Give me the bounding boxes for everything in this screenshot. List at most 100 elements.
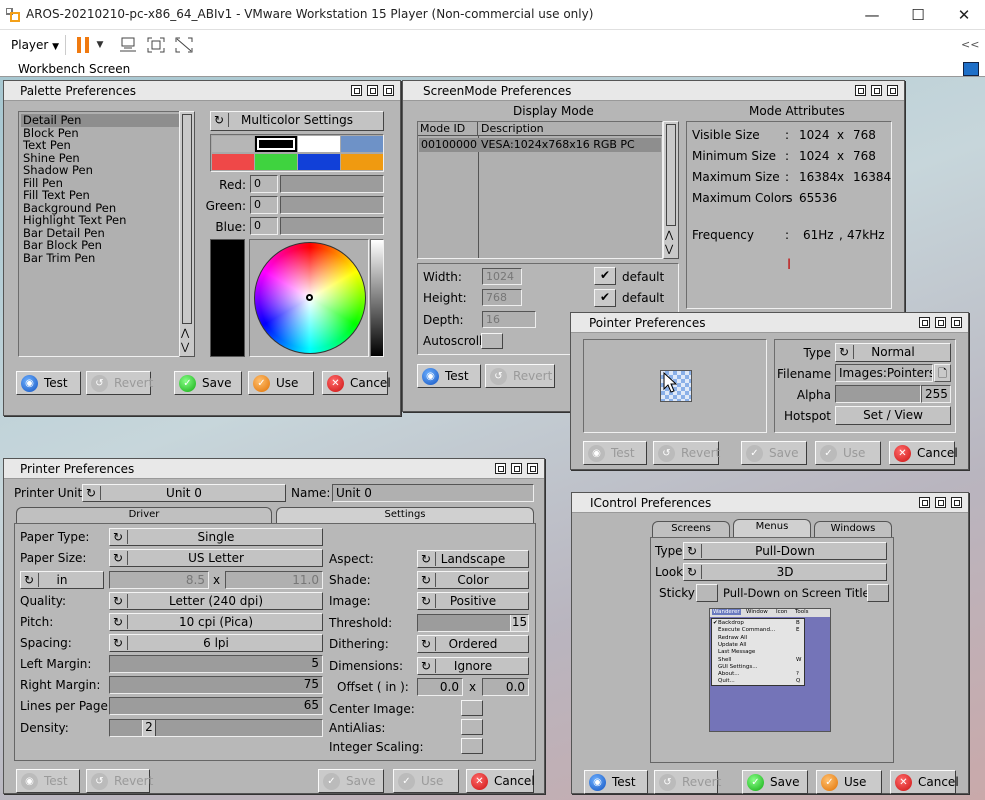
icontrol-revert-button[interactable]: ↺ Revert xyxy=(654,770,721,794)
height-field[interactable]: 768 xyxy=(482,289,522,306)
pointer-use-button[interactable]: ✓ Use xyxy=(815,441,881,465)
zoom-icon[interactable] xyxy=(855,85,866,96)
green-slider[interactable] xyxy=(280,196,384,214)
depth-icon[interactable] xyxy=(383,85,394,96)
pen-list[interactable]: Detail Pen Block Pen Text Pen Shine Pen Shad… xyxy=(18,111,182,357)
screenmode-test-button[interactable]: ◉ Test xyxy=(417,364,481,388)
pulldown-title-checkbox[interactable] xyxy=(867,584,889,602)
close-icon[interactable]: ✕ xyxy=(941,0,985,30)
swatch-orange[interactable] xyxy=(341,154,383,170)
dithering-cycle[interactable]: ↻ Ordered xyxy=(417,635,529,653)
width-default-checkbox[interactable]: ✔ xyxy=(594,267,616,285)
lines-per-page-slider[interactable]: 65 xyxy=(109,697,323,715)
send-ctrl-alt-del-icon[interactable] xyxy=(117,34,139,56)
density-knob[interactable]: 2 xyxy=(142,720,156,736)
icontrol-titlebar[interactable]: IControl Preferences xyxy=(572,493,968,513)
sticky-checkbox[interactable] xyxy=(696,584,718,602)
paper-height-field[interactable]: 11.0 xyxy=(225,571,323,589)
color-wheel[interactable] xyxy=(254,242,366,354)
spacing-cycle[interactable]: ↻ 6 lpi xyxy=(109,634,323,652)
printer-titlebar[interactable]: Printer Preferences xyxy=(4,459,544,479)
palette-save-button[interactable]: ✓ Save xyxy=(174,371,242,395)
maximize-icon[interactable]: ☐ xyxy=(895,0,941,30)
pause-dropdown-icon[interactable]: ▼ xyxy=(94,34,106,56)
palette-use-button[interactable]: ✓ Use xyxy=(248,371,314,395)
height-default-checkbox[interactable]: ✔ xyxy=(594,289,616,307)
iconify-icon[interactable] xyxy=(935,497,946,508)
unity-icon[interactable] xyxy=(173,34,195,56)
palette-test-button[interactable]: ◉ Test xyxy=(16,371,81,395)
pointer-titlebar[interactable]: Pointer Preferences xyxy=(571,313,968,333)
iconify-icon[interactable] xyxy=(935,317,946,328)
pen-list-item[interactable]: Highlight Text Pen xyxy=(21,214,179,227)
pen-list-item[interactable]: Text Pen xyxy=(21,139,179,152)
offset-x-field[interactable]: 0.0 xyxy=(417,678,463,696)
scroll-knob[interactable] xyxy=(666,124,676,226)
name-field[interactable]: Unit 0 xyxy=(332,484,534,502)
hotspot-button[interactable]: Set / View xyxy=(835,406,951,425)
depth-icon[interactable] xyxy=(951,497,962,508)
zoom-icon[interactable] xyxy=(919,497,930,508)
zoom-icon[interactable] xyxy=(351,85,362,96)
screenmode-titlebar[interactable]: ScreenMode Preferences xyxy=(403,81,904,101)
arrow-down-icon[interactable]: ⋁ xyxy=(181,342,189,353)
icontrol-use-button[interactable]: ✓ Use xyxy=(816,770,882,794)
collapse-toolbar-icon[interactable]: << xyxy=(961,38,979,51)
red-slider[interactable] xyxy=(280,175,384,193)
pointer-type-cycle[interactable]: ↻ Normal xyxy=(835,343,951,362)
pen-list-item[interactable]: Shadow Pen xyxy=(21,164,179,177)
pointer-revert-button[interactable]: ↺ Revert xyxy=(653,441,720,465)
pitch-cycle[interactable]: ↻ 10 cpi (Pica) xyxy=(109,613,323,631)
pointer-save-button[interactable]: ✓ Save xyxy=(741,441,807,465)
shade-cycle[interactable]: ↻ Color xyxy=(417,571,529,589)
tab-screens[interactable]: Screens xyxy=(652,521,730,537)
dimensions-cycle[interactable]: ↻ Ignore xyxy=(417,657,529,675)
swatch-blue[interactable] xyxy=(298,154,340,170)
tab-windows[interactable]: Windows xyxy=(814,521,892,537)
width-field[interactable]: 1024 xyxy=(482,268,522,285)
arrow-up-icon[interactable]: ⋀ xyxy=(665,230,673,241)
right-margin-slider[interactable]: 75 xyxy=(109,676,323,694)
paper-size-cycle[interactable]: ↻ US Letter xyxy=(109,549,323,567)
arrow-up-icon[interactable]: ⋀ xyxy=(181,328,189,339)
pen-list-item[interactable]: Bar Trim Pen xyxy=(21,251,179,265)
mode-list[interactable]: Mode ID Description 00100000 VESA:1024x7… xyxy=(417,121,663,259)
blue-slider[interactable] xyxy=(280,217,384,235)
tab-settings[interactable]: Settings xyxy=(276,507,534,523)
quality-cycle[interactable]: ↻ Letter (240 dpi) xyxy=(109,592,323,610)
pointer-test-button[interactable]: ◉ Test xyxy=(583,441,647,465)
swatch-blue-gray[interactable] xyxy=(341,136,383,152)
player-menu[interactable]: Player ▼ xyxy=(11,38,59,52)
pen-list-item[interactable]: Bar Block Pen xyxy=(21,239,179,252)
tab-driver[interactable]: Driver xyxy=(16,507,272,523)
paper-width-field[interactable]: 8.5 xyxy=(109,571,209,589)
screen-depth-icon[interactable] xyxy=(963,62,979,76)
autoscroll-checkbox[interactable] xyxy=(481,333,503,349)
swatch-empty[interactable] xyxy=(212,136,254,152)
threshold-slider[interactable]: 15 xyxy=(417,614,529,632)
zoom-icon[interactable] xyxy=(495,463,506,474)
center-image-checkbox[interactable] xyxy=(461,700,483,716)
brightness-slider[interactable] xyxy=(370,239,384,357)
zoom-icon[interactable] xyxy=(919,317,930,328)
palette-revert-button[interactable]: ↺ Revert xyxy=(86,371,153,395)
green-value[interactable]: 0 xyxy=(250,196,278,214)
paper-type-cycle[interactable]: ↻ Single xyxy=(109,528,323,546)
left-margin-slider[interactable]: 5 xyxy=(109,655,323,673)
swatch-green[interactable] xyxy=(255,154,297,170)
pen-list-scrollbar[interactable]: ⋀ ⋁ xyxy=(179,111,195,357)
pause-icon[interactable] xyxy=(72,34,94,56)
icontrol-cancel-button[interactable]: ✕ Cancel xyxy=(890,770,959,794)
antialias-checkbox[interactable] xyxy=(461,719,483,735)
printer-use-button[interactable]: ✓ Use xyxy=(393,769,459,793)
printer-save-button[interactable]: ✓ Save xyxy=(318,769,384,793)
look-cycle[interactable]: ↻ 3D xyxy=(683,563,887,581)
depth-icon[interactable] xyxy=(887,85,898,96)
printer-test-button[interactable]: ◉ Test xyxy=(16,769,80,793)
swatch-selected[interactable] xyxy=(255,136,297,152)
scroll-knob[interactable] xyxy=(182,114,192,324)
red-value[interactable]: 0 xyxy=(250,175,278,193)
minimize-icon[interactable]: — xyxy=(849,0,895,30)
offset-y-field[interactable]: 0.0 xyxy=(482,678,529,696)
aspect-cycle[interactable]: ↻ Landscape xyxy=(417,550,529,568)
